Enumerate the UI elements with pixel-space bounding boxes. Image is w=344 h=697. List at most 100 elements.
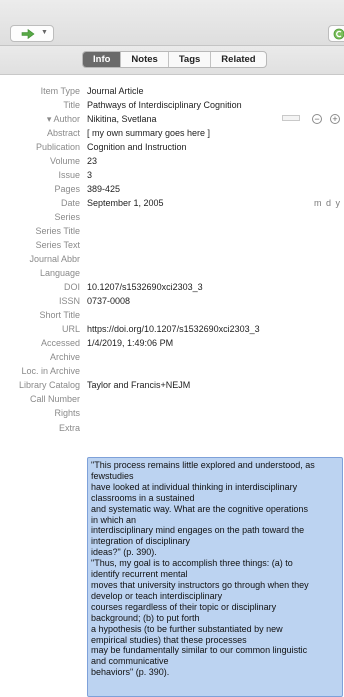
field-label: Series Text (35, 240, 80, 250)
tab-tags[interactable]: Tags (167, 52, 210, 67)
extra-line: behaviors" (p. 390). (91, 667, 170, 678)
field-label: Accessed (40, 338, 80, 348)
tab-related[interactable]: Related (210, 52, 265, 67)
extra-line: integration of disciplinary (91, 536, 191, 547)
field-label: Archive (49, 352, 80, 362)
field-volume: Volume 23 (0, 156, 344, 168)
extra-line: fewstudies (91, 470, 134, 481)
field-journal-abbr: Journal Abbr (0, 254, 344, 266)
field-label: ISSN (58, 296, 80, 306)
abstract-value[interactable]: [ my own summary goes here ] (87, 128, 210, 138)
issn-value[interactable]: 0737-0008 (87, 296, 130, 306)
field-label: Rights (54, 408, 80, 418)
field-call-number: Call Number (0, 394, 344, 406)
field-library-catalog: Library Catalog Taylor and Francis+NEJM (0, 380, 344, 392)
field-label: Pages (54, 184, 80, 194)
field-short-title: Short Title (0, 310, 344, 322)
extra-line: identify recurrent mental (91, 569, 188, 580)
tab-notes[interactable]: Notes (120, 52, 167, 67)
tab-info[interactable]: Info (83, 52, 121, 67)
tab-bar: Info Notes Tags Related (0, 46, 344, 75)
extra-textarea[interactable]: "This process remains little explored an… (87, 457, 343, 697)
extra-line: and communicative (91, 656, 169, 667)
toolbar: ▼ (0, 0, 344, 46)
pages-value[interactable]: 389-425 (87, 184, 120, 194)
field-issn: ISSN 0737-0008 (0, 296, 344, 308)
field-label: Extra (58, 423, 80, 433)
field-label: Short Title (39, 310, 80, 320)
field-label: Abstract (46, 128, 80, 138)
field-url: URL https://doi.org/10.1207/s1532690xci2… (0, 324, 344, 336)
field-series: Series (0, 212, 344, 224)
tab-group: Info Notes Tags Related (82, 51, 267, 68)
add-author-button[interactable]: + (330, 114, 340, 124)
author-label[interactable]: ▾ Author (47, 114, 80, 125)
url-label-link[interactable]: URL (62, 324, 80, 334)
item-type-value[interactable]: Journal Article (87, 86, 144, 96)
extra-line: background; (b) to put forth (91, 612, 200, 623)
url-value[interactable]: https://doi.org/10.1207/s1532690xci2303_… (87, 324, 260, 334)
field-rights: Rights (0, 408, 344, 420)
field-label: Language (39, 268, 80, 278)
new-item-button[interactable]: ▼ (10, 25, 54, 42)
field-label: Title (63, 100, 80, 110)
field-label: Author (53, 114, 80, 124)
field-author: ▾ Author Nikitina, Svetlana − + (0, 114, 344, 126)
issue-value[interactable]: 3 (87, 170, 92, 180)
volume-value[interactable]: 23 (87, 156, 97, 166)
field-doi: DOI 10.1207/s1532690xci2303_3 (0, 282, 344, 294)
field-label: Series Title (35, 226, 80, 236)
author-value[interactable]: Nikitina, Svetlana (87, 114, 157, 124)
field-label: DOI (63, 282, 80, 292)
field-language: Language (0, 268, 344, 280)
field-accessed: Accessed 1/4/2019, 1:49:06 PM (0, 338, 344, 350)
field-label: Journal Abbr (29, 254, 80, 264)
field-label: Call Number (29, 394, 80, 404)
extra-line: "This process remains little explored an… (91, 460, 315, 470)
field-loc-in-archive: Loc. in Archive (0, 366, 344, 378)
author-mode-switch[interactable] (282, 115, 300, 121)
extra-line: in which an (91, 514, 137, 525)
field-abstract: Abstract [ my own summary goes here ] (0, 128, 344, 140)
locate-button[interactable] (328, 25, 344, 42)
chevron-down-icon: ▾ (46, 114, 52, 124)
field-label: Series (54, 212, 80, 222)
extra-line: classrooms in a sustained (91, 492, 195, 503)
extra-line: develop or teach interdisciplinary (91, 590, 223, 601)
title-value[interactable]: Pathways of Interdisciplinary Cognition (87, 100, 242, 110)
extra-line: courses regardless of their topic or dis… (91, 601, 277, 612)
field-item-type: Item Type Journal Article (0, 86, 344, 98)
extra-line: "Thus, my goal is to accomplish three th… (91, 558, 293, 569)
extra-line: moves that university instructors go thr… (91, 579, 309, 590)
field-label: Library Catalog (18, 380, 80, 390)
field-series-title: Series Title (0, 226, 344, 238)
extra-line: may be fundamentally similar to our comm… (91, 645, 308, 656)
extra-line: have looked at individual thinking in in… (91, 481, 298, 492)
field-publication: Publication Cognition and Instruction (0, 142, 344, 154)
extra-line: and systematic way. What are the cogniti… (91, 503, 308, 514)
field-title: Title Pathways of Interdisciplinary Cogn… (0, 100, 344, 112)
field-label: Volume (49, 156, 80, 166)
chevron-down-icon: ▼ (41, 29, 48, 36)
arrow-right-icon (21, 29, 35, 39)
field-pages: Pages 389-425 (0, 184, 344, 196)
extra-line: interdisciplinary mind engages on the pa… (91, 525, 305, 536)
date-value[interactable]: September 1, 2005 (87, 198, 164, 208)
accessed-value[interactable]: 1/4/2019, 1:49:06 PM (87, 338, 173, 348)
field-issue: Issue 3 (0, 170, 344, 182)
remove-author-button[interactable]: − (312, 114, 322, 124)
field-label: Item Type (40, 86, 80, 96)
library-catalog-value[interactable]: Taylor and Francis+NEJM (87, 380, 190, 390)
field-label: Issue (58, 170, 80, 180)
field-archive: Archive (0, 352, 344, 364)
publication-value[interactable]: Cognition and Instruction (87, 142, 187, 152)
field-label: Date (60, 198, 80, 208)
extra-line: ideas?" (p. 390). (91, 547, 157, 558)
field-extra: Extra (0, 423, 344, 435)
locate-icon (333, 28, 344, 40)
extra-line: a hypothesis (to be further substantiate… (91, 623, 283, 634)
date-format-indicator: m d y (314, 198, 342, 208)
doi-value[interactable]: 10.1207/s1532690xci2303_3 (87, 282, 203, 292)
field-label: Publication (35, 142, 80, 152)
field-label: Loc. in Archive (21, 366, 80, 376)
